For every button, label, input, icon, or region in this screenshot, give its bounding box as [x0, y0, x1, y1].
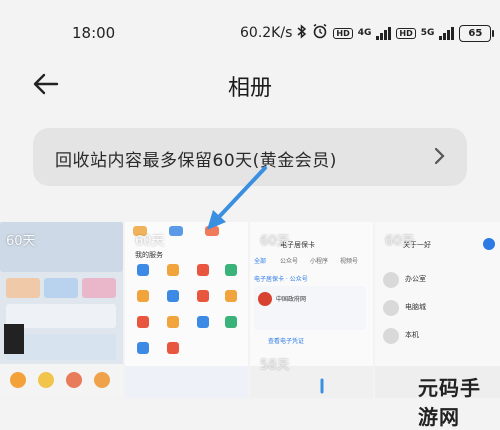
annotation-arrow-icon [207, 166, 324, 394]
site-watermark: 元码手游网 [418, 376, 481, 429]
